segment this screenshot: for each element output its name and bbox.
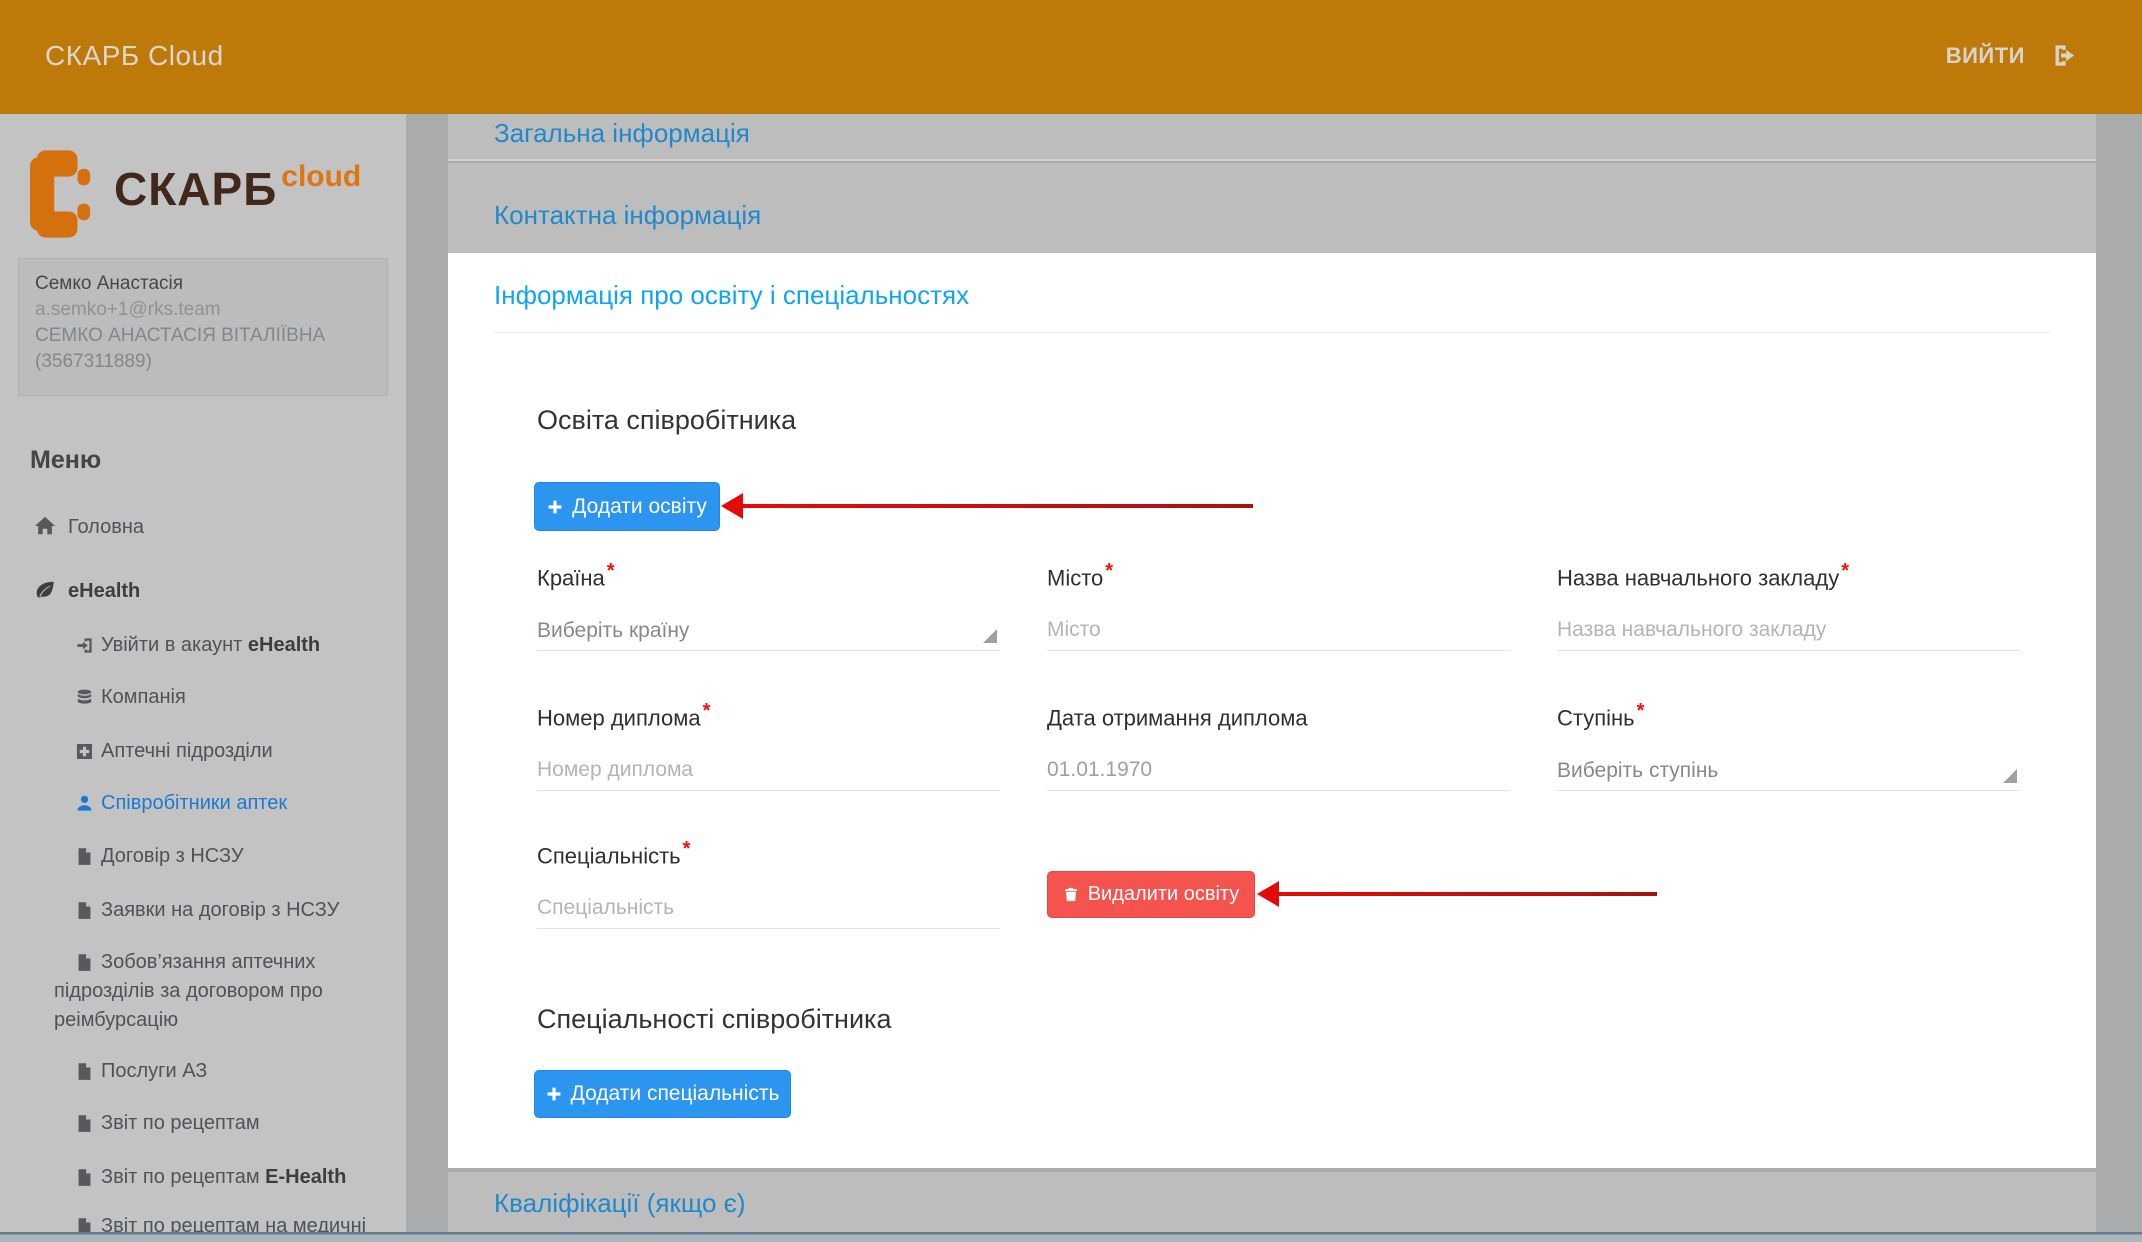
add-specialty-button[interactable]: Додати спеціальність <box>534 1070 791 1118</box>
city-input[interactable] <box>1047 610 1510 650</box>
required-asterisk: * <box>1105 560 1113 582</box>
field-degree: Ступінь* Виберіть ступінь <box>1557 700 2020 792</box>
required-asterisk: * <box>703 700 711 722</box>
file-icon <box>75 1112 101 1134</box>
app-window: СКАРБ Cloud ВИЙТИ СКАРБ cloud <box>0 0 2142 1242</box>
country-select[interactable]: Виберіть країну <box>537 610 1000 651</box>
file-icon <box>75 845 101 867</box>
field-specialty: Спеціальність* <box>537 838 1000 930</box>
select-caret-icon <box>983 629 997 643</box>
file-icon <box>75 899 101 921</box>
delete-education-button[interactable]: Видалити освіту <box>1047 871 1255 918</box>
sidebar-item-nszu-applications[interactable]: Заявки на договір з НСЗУ <box>0 897 406 924</box>
section-contact-info[interactable]: Контактна інформація <box>448 163 2096 253</box>
specialty-input[interactable] <box>537 888 1000 928</box>
section-qualifications[interactable]: Кваліфікації (якщо є) <box>448 1172 2096 1232</box>
field-country: Країна* Виберіть країну <box>537 560 1000 652</box>
sidebar-item-az-services[interactable]: Послуги АЗ <box>0 1058 406 1085</box>
annotation-arrow-delete-education <box>1278 892 1657 896</box>
top-header-bar: СКАРБ Cloud ВИЙТИ <box>0 0 2142 114</box>
user-md-icon <box>75 792 101 814</box>
database-icon <box>75 686 101 708</box>
sidebar-item-ehealth-login[interactable]: Увійти в акаунт eHealth <box>0 632 406 659</box>
file-icon <box>75 951 101 973</box>
sidebar-item-prescription-report-ehealth[interactable]: Звіт по рецептам E-Health <box>0 1164 406 1191</box>
sidebar-item-ehealth[interactable]: eHealth <box>0 578 406 605</box>
school-input[interactable] <box>1557 610 2020 650</box>
education-heading: Освіта співробітника <box>537 405 796 436</box>
file-icon <box>75 1060 101 1082</box>
sidebar: СКАРБ cloud Семко Анастасія a.semko+1@rk… <box>0 114 406 1232</box>
app-logo: СКАРБ cloud <box>30 146 361 243</box>
file-icon <box>75 1166 101 1188</box>
sidebar-item-home[interactable]: Головна <box>0 514 406 541</box>
user-name: Семко Анастасія <box>35 271 371 297</box>
home-icon <box>34 516 68 538</box>
field-diploma-date: Дата отримання диплома <box>1047 700 1510 792</box>
user-tax-id: (3567311889) <box>35 349 371 375</box>
logo-cloud-text: cloud <box>281 160 361 194</box>
user-email: a.semko+1@rks.team <box>35 297 371 323</box>
annotation-arrow-add-education <box>742 504 1253 508</box>
section-qualifications-title[interactable]: Кваліфікації (якщо є) <box>494 1188 746 1219</box>
sidebar-item-nszu-contract[interactable]: Договір з НСЗУ <box>0 843 406 870</box>
section-education-title[interactable]: Інформація про освіту і спеціальностях <box>494 280 969 311</box>
user-info-box: Семко Анастасія a.semko+1@rks.team СЕМКО… <box>18 258 388 396</box>
sidebar-item-reimbursement-obligations[interactable]: Зобов’язання аптечних підрозділів за дог… <box>0 948 360 1035</box>
file-icon <box>75 1215 101 1232</box>
plus-icon <box>547 499 563 515</box>
required-asterisk: * <box>1637 700 1645 722</box>
sidebar-item-prescription-report-medical[interactable]: Звіт по рецептам на медичні <box>0 1213 406 1232</box>
horizontal-scrollbar[interactable] <box>0 1232 2142 1242</box>
menu-heading: Меню <box>30 446 101 475</box>
logo-text: СКАРБ <box>114 146 277 232</box>
leaf-icon <box>34 580 68 602</box>
required-asterisk: * <box>683 838 691 860</box>
logout-label: ВИЙТИ <box>1946 43 2025 69</box>
sign-out-icon <box>2051 42 2078 69</box>
sign-in-icon <box>75 634 101 656</box>
diploma-number-input[interactable] <box>537 750 1000 790</box>
user-full-name: СЕМКО АНАСТАСІЯ ВІТАЛІЇВНА <box>35 323 371 349</box>
required-asterisk: * <box>1841 560 1849 582</box>
app-brand-title: СКАРБ Cloud <box>45 40 224 72</box>
select-caret-icon <box>2003 769 2017 783</box>
sidebar-item-company[interactable]: Компанія <box>0 684 406 711</box>
diploma-date-input[interactable] <box>1047 750 1510 790</box>
skarb-logo-icon <box>30 150 92 243</box>
section-education-panel: Інформація про освіту і спеціальностях О… <box>448 253 2096 1168</box>
degree-select[interactable]: Виберіть ступінь <box>1557 750 2020 791</box>
field-school: Назва навчального закладу* <box>1557 560 2020 652</box>
section-general-info-title[interactable]: Загальна інформація <box>494 118 750 149</box>
add-education-button[interactable]: Додати освіту <box>534 482 720 531</box>
field-city: Місто* <box>1047 560 1510 652</box>
sidebar-item-pharmacy-staff[interactable]: Співробітники аптек <box>0 790 406 817</box>
field-diploma-number: Номер диплома* <box>537 700 1000 792</box>
sidebar-item-pharmacy-units[interactable]: Аптечні підрозділи <box>0 738 406 765</box>
logout-button[interactable]: ВИЙТИ <box>1946 42 2078 69</box>
sidebar-item-prescription-report[interactable]: Звіт по рецептам <box>0 1110 406 1137</box>
plus-icon <box>546 1086 562 1102</box>
section-general-info[interactable]: Загальна інформація <box>448 114 2096 161</box>
trash-icon <box>1063 886 1079 903</box>
required-asterisk: * <box>607 560 615 582</box>
section-divider <box>494 332 2050 333</box>
specialties-heading: Спеціальності співробітника <box>537 1004 891 1035</box>
plus-square-icon <box>75 740 101 762</box>
section-contact-info-title[interactable]: Контактна інформація <box>494 200 761 231</box>
